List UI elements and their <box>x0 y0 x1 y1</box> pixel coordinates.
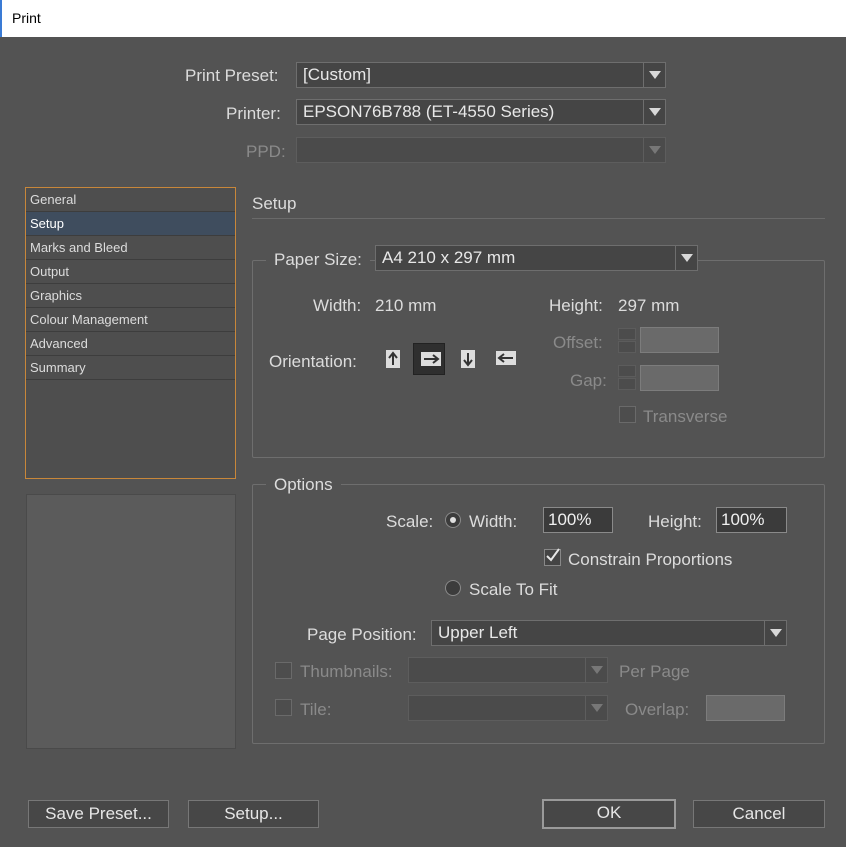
cancel-button[interactable]: Cancel <box>693 800 825 828</box>
setup-button[interactable]: Setup... <box>188 800 319 828</box>
print-preset-dropdown[interactable]: [Custom] <box>296 62 666 88</box>
offset-label: Offset: <box>553 333 603 352</box>
portrait-icon <box>386 350 400 368</box>
overlap-field <box>706 695 785 721</box>
offset-stepper <box>618 328 636 354</box>
chevron-down-icon <box>643 138 665 162</box>
scale-height-value: 100% <box>721 510 765 529</box>
offset-field <box>640 327 719 353</box>
paper-size-label: Paper Size: <box>266 250 370 270</box>
printer-label: Printer: <box>226 104 281 123</box>
reverse-portrait-icon <box>461 350 475 368</box>
portrait-orientation-button[interactable] <box>377 343 409 375</box>
gap-field <box>640 365 719 391</box>
chevron-down-icon <box>585 658 607 682</box>
scale-width-radio[interactable] <box>445 512 461 528</box>
sidebar-item-colour-management[interactable]: Colour Management <box>26 308 235 332</box>
options-title: Options <box>266 475 341 495</box>
sidebar-item-setup[interactable]: Setup <box>26 212 235 236</box>
sidebar-item-graphics[interactable]: Graphics <box>26 284 235 308</box>
constrain-proportions-checkbox[interactable] <box>544 548 561 566</box>
scale-width-value: 100% <box>548 510 592 529</box>
page-position-dropdown[interactable]: Upper Left <box>431 620 787 646</box>
sidebar-item-advanced[interactable]: Advanced <box>26 332 235 356</box>
printer-dropdown[interactable]: EPSON76B788 (ET-4550 Series) <box>296 99 666 125</box>
ppd-label: PPD: <box>246 142 286 161</box>
ppd-dropdown <box>296 137 666 163</box>
page-position-label: Page Position: <box>307 625 417 644</box>
constrain-proportions-label: Constrain Proportions <box>568 550 733 569</box>
transverse-checkbox <box>619 406 636 423</box>
page-position-value: Upper Left <box>438 623 518 642</box>
sidebar-item-general[interactable]: General <box>26 188 235 212</box>
print-preview <box>26 494 236 749</box>
scale-to-fit-radio[interactable] <box>445 580 461 596</box>
window-title: Print <box>12 10 41 26</box>
tile-dropdown <box>408 695 608 721</box>
print-preset-value: [Custom] <box>303 65 372 84</box>
scale-width-label: Width: <box>469 512 518 531</box>
gap-label: Gap: <box>570 371 607 390</box>
ok-button[interactable]: OK <box>542 799 676 829</box>
scale-width-input[interactable]: 100% <box>543 507 613 533</box>
divider <box>252 218 825 219</box>
section-title: Setup <box>252 194 297 213</box>
per-page-label: Per Page <box>619 662 690 681</box>
landscape-orientation-button[interactable] <box>413 343 445 375</box>
reverse-landscape-icon <box>496 351 516 365</box>
chevron-down-icon <box>585 696 607 720</box>
save-preset-button[interactable]: Save Preset... <box>28 800 169 828</box>
height-label: Height: <box>549 296 603 315</box>
scale-height-label: Height: <box>648 512 702 531</box>
paper-size-dropdown[interactable]: A4 210 x 297 mm <box>375 245 698 271</box>
thumbnails-dropdown <box>408 657 608 683</box>
checkmark-icon <box>546 548 560 562</box>
chevron-down-icon <box>764 621 786 645</box>
orientation-label: Orientation: <box>269 352 357 371</box>
reverse-portrait-orientation-button[interactable] <box>452 343 484 375</box>
width-value: 210 mm <box>375 296 437 315</box>
paper-size-value: A4 210 x 297 mm <box>382 248 516 267</box>
sidebar-item-marks-and-bleed[interactable]: Marks and Bleed <box>26 236 235 260</box>
chevron-down-icon <box>643 100 665 124</box>
print-preset-label: Print Preset: <box>185 66 279 85</box>
thumbnails-label: Thumbnails: <box>300 662 393 681</box>
overlap-label: Overlap: <box>625 700 690 719</box>
landscape-icon <box>421 352 441 366</box>
scale-height-input[interactable]: 100% <box>716 507 787 533</box>
sidebar-item-output[interactable]: Output <box>26 260 235 284</box>
gap-stepper <box>618 365 636 391</box>
chevron-down-icon <box>675 246 697 270</box>
printer-value: EPSON76B788 (ET-4550 Series) <box>303 102 555 121</box>
reverse-landscape-orientation-button[interactable] <box>489 343 521 375</box>
transverse-label: Transverse <box>643 407 728 426</box>
chevron-down-icon <box>643 63 665 87</box>
tile-checkbox <box>275 699 292 716</box>
height-value: 297 mm <box>618 296 680 315</box>
sidebar-item-summary[interactable]: Summary <box>26 356 235 380</box>
thumbnails-checkbox <box>275 662 292 679</box>
scale-to-fit-label: Scale To Fit <box>469 580 558 599</box>
tile-label: Tile: <box>300 700 332 719</box>
scale-label: Scale: <box>386 512 434 531</box>
title-bar: Print <box>0 0 846 37</box>
category-list: General Setup Marks and Bleed Output Gra… <box>25 187 236 479</box>
width-label: Width: <box>313 296 362 315</box>
